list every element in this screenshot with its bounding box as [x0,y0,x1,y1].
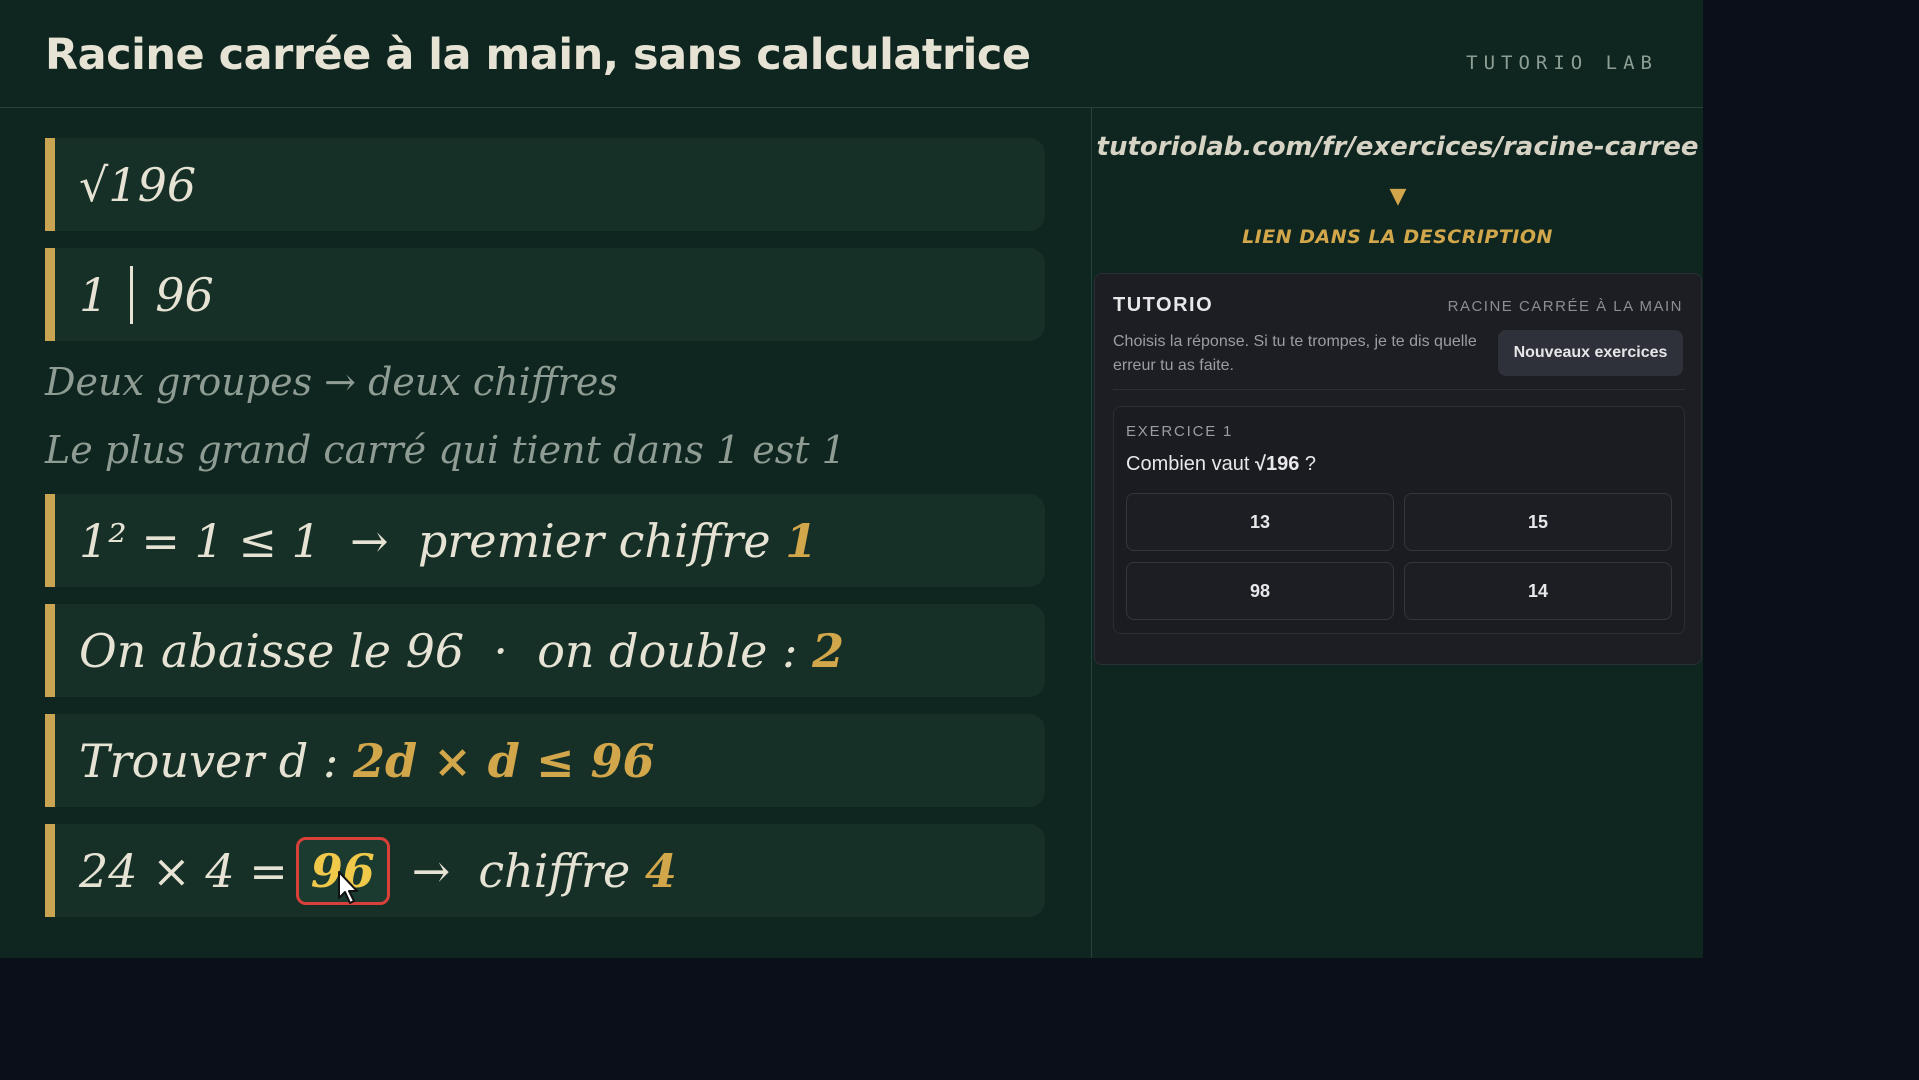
header: Racine carrée à la main, sans calculatri… [0,0,1703,108]
exercise-card: EXERCICE 1 Combien vaut √196 ? 13 15 98 … [1113,406,1685,634]
step-value: 2 [812,623,845,678]
mouse-cursor-icon [337,870,358,904]
group-right: 96 [155,267,214,322]
exercise-question: Combien vaut √196 ? [1126,453,1317,475]
page-title: Racine carrée à la main, sans calculatri… [45,30,1031,80]
arrow-down-icon: ▼ [1389,184,1407,209]
brand-label: TUTORIO LAB [1466,52,1658,74]
widget-separator [1113,389,1685,390]
quiz-widget: TUTORIO RACINE CARRÉE À LA MAIN Choisis … [1094,273,1702,665]
step-row-5: Trouver d : 2d × d ≤ 96 [45,714,1045,807]
answer-option-2[interactable]: 15 [1404,493,1672,551]
answer-option-3[interactable]: 98 [1126,562,1394,620]
note-groups: Deux groupes → deux chiffres [45,360,618,404]
step-text: Trouver d : [79,733,354,788]
step-row-3: 1² = 1 ≤ 1 → premier chiffre 1 [45,494,1045,587]
note-largest-square: Le plus grand carré qui tient dans 1 est… [45,428,846,472]
step-value: 2d × d ≤ 96 [353,733,655,788]
step-value: 4 [644,843,677,898]
step-text: 24 × 4 = [79,843,288,898]
arrow: → [411,843,451,898]
step-row-2: 1 96 [45,248,1045,341]
widget-description: Choisis la réponse. Si tu te trompes, je… [1113,333,1477,374]
answer-option-4[interactable]: 14 [1404,562,1672,620]
step-value: 1 [785,513,818,568]
step-text: √196 [79,157,197,212]
step-row-1: √196 [45,138,1045,231]
widget-title: TUTORIO [1113,294,1214,316]
step-text: 1² = 1 ≤ 1 → premier chiffre [79,513,786,568]
exercise-label: EXERCICE 1 [1126,423,1234,440]
group-separator [130,265,134,324]
step-row-6: 24 × 4 = 96 → chiffre 4 [45,824,1045,917]
exercise-link[interactable]: tutoriolab.com/fr/exercices/racine-carre… [1092,132,1703,162]
chalkboard: Racine carrée à la main, sans calculatri… [0,0,1703,958]
link-note: LIEN DANS LA DESCRIPTION [1242,226,1553,248]
highlighted-result[interactable]: 96 [295,836,390,905]
step-text: chiffre [478,843,645,898]
question-expression: √196 [1254,453,1300,475]
group-left: 1 [79,267,109,322]
widget-subtitle: RACINE CARRÉE À LA MAIN [1447,298,1683,315]
step-row-4: On abaisse le 96 · on double : 2 [45,604,1045,697]
step-text: On abaisse le 96 · on double : [79,623,813,678]
answer-option-1[interactable]: 13 [1126,493,1394,551]
new-exercises-button[interactable]: Nouveaux exercices [1498,330,1683,376]
